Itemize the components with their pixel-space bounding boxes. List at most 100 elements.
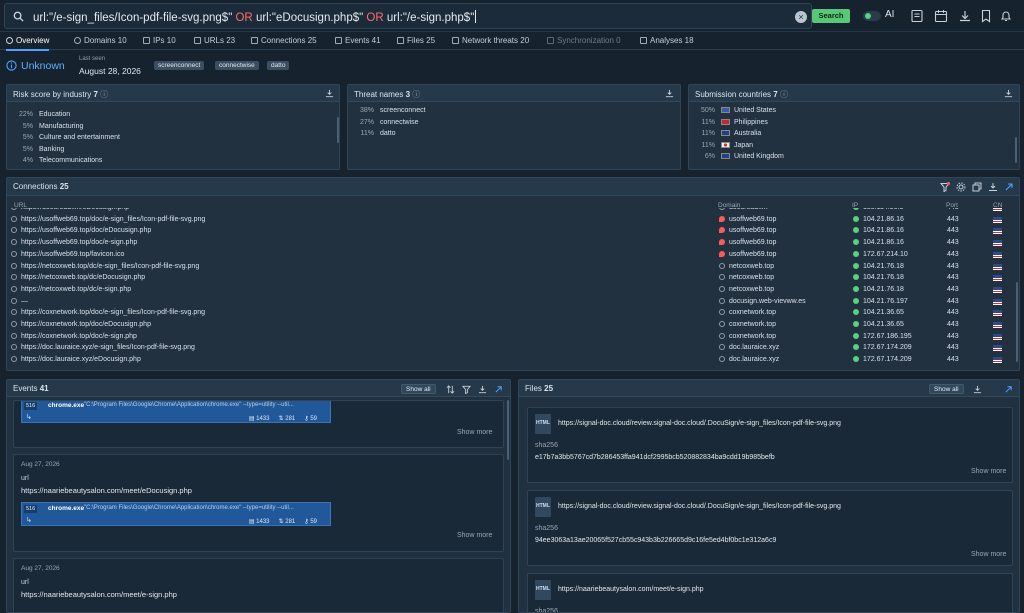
expand-icon[interactable] (1004, 182, 1014, 192)
file-card[interactable]: HTML https://signal-doc.cloud/review.sign… (527, 490, 1013, 566)
show-more-link[interactable]: Show more (457, 429, 492, 436)
connection-domain[interactable]: coxnetwork.top (719, 321, 776, 328)
connection-domain[interactable]: netcoxweb.top (719, 285, 774, 293)
download-icon[interactable] (665, 89, 674, 98)
scrollbar[interactable] (337, 117, 339, 143)
connection-ip[interactable]: 172.67.214.10 (853, 250, 908, 258)
connection-url[interactable]: https://netcoxweb.top/dc/eDocusign.php (11, 274, 145, 281)
connection-ip[interactable]: 104.21.36.65 (853, 321, 904, 328)
event-url[interactable]: https://naariebeautysalon.com/meet/e-sig… (21, 590, 177, 599)
connection-domain[interactable]: usoffweb69.top (719, 227, 776, 234)
scrollbar[interactable] (507, 400, 509, 460)
tag[interactable]: screenconnect (154, 61, 205, 70)
connection-url[interactable]: https://usoffweb69.top/doc/eDocusign.php (11, 227, 151, 234)
bell-icon[interactable] (999, 9, 1013, 23)
clear-search-icon[interactable]: × (795, 11, 807, 23)
connection-ip[interactable]: 104.21.86.16 (853, 227, 904, 234)
file-card[interactable]: HTML https://signal-doc.cloud/review.sign… (527, 407, 1013, 483)
search-button[interactable]: Search (812, 9, 850, 23)
connection-domain[interactable]: coxnetwork.top (719, 309, 776, 316)
download-icon[interactable] (973, 385, 982, 394)
sort-icon[interactable] (446, 385, 455, 394)
tag[interactable]: connectwise (215, 61, 259, 70)
connection-ip[interactable]: 104.21.76.18 (853, 274, 904, 281)
process-block[interactable]: 516 chrome.exe "C:\Program Files\Google\Ch… (21, 502, 331, 526)
tab-connections[interactable]: Connections 25 (251, 36, 317, 45)
tab-domains[interactable]: Domains 10 (74, 36, 127, 45)
download-icon[interactable] (478, 385, 487, 394)
event-card[interactable]: 516 chrome.exe "C:\Program Files\Google\Ch… (13, 400, 504, 448)
show-all-button[interactable]: Show all (929, 384, 964, 394)
scrollbar[interactable] (1016, 282, 1018, 362)
bookmark-icon[interactable] (979, 9, 993, 23)
tab-analyses[interactable]: Analyses 18 (640, 36, 694, 45)
filter-icon[interactable] (462, 385, 471, 394)
download-icon[interactable] (988, 182, 998, 192)
connection-url[interactable]: https://netcoxweb.top/dc/e-sign.php (11, 285, 131, 293)
connection-ip[interactable]: 104.21.76.197 (853, 297, 908, 305)
connection-domain[interactable]: netcoxweb.top (719, 262, 774, 270)
filter-icon[interactable] (940, 182, 950, 192)
tag[interactable]: datto (267, 61, 290, 70)
connection-ip[interactable]: 172.67.174.209 (853, 356, 912, 363)
connection-url[interactable]: https://doc.lauraice.xyz/e-sign_files/Ic… (11, 344, 195, 351)
connection-domain[interactable]: usoffweb69.top (719, 215, 776, 223)
ai-toggle[interactable] (863, 11, 881, 21)
connection-domain[interactable]: docuread.im (719, 208, 768, 211)
expand-icon[interactable] (494, 385, 503, 394)
connection-ip[interactable]: 188.114.96.3 (853, 208, 903, 211)
calendar-icon[interactable] (934, 9, 948, 23)
connection-domain[interactable]: usoffweb69.top (719, 239, 776, 246)
connection-ip[interactable]: 104.21.36.65 (853, 309, 904, 316)
show-more-link[interactable]: Show more (971, 551, 1006, 558)
connection-domain[interactable]: doc.lauraice.xyz (719, 344, 779, 351)
download-icon[interactable] (1004, 89, 1013, 98)
connection-url[interactable]: https://usoffweb69.top/doc/e-sign_files/… (11, 215, 205, 223)
tab-urls[interactable]: URLs 23 (194, 36, 235, 45)
connection-domain[interactable]: usoffweb69.top (719, 250, 776, 258)
file-name[interactable]: https://signal-doc.cloud/review.signal-d… (558, 503, 841, 510)
connection-domain[interactable]: coxnetwork.top (719, 332, 776, 340)
connection-url[interactable]: https://usoffweb69.top/favicon.ico (11, 250, 124, 258)
tab-network[interactable]: Network threats 20 (452, 36, 529, 45)
expand-icon[interactable] (1004, 385, 1013, 394)
tab-overview[interactable]: Overview (6, 36, 50, 51)
connection-domain[interactable]: docusign.web-vievww.es (719, 297, 806, 305)
connection-ip[interactable]: 172.67.174.209 (853, 344, 912, 351)
event-card[interactable]: Aug 27, 2026 url https://naariebeautysalon… (13, 558, 504, 612)
document-icon[interactable] (910, 9, 924, 23)
connection-url[interactable]: https://doc.lauraice.xyz/eDocusign.php (11, 356, 141, 363)
event-card[interactable]: Aug 27, 2026 url https://naariebeautysalon… (13, 454, 504, 552)
copy-icon[interactable] (972, 182, 982, 192)
hash-value[interactable]: e17b7a3bb5767cd7b286453ffa941dcf2995bcb5… (535, 454, 775, 461)
connection-domain[interactable]: netcoxweb.top (719, 274, 774, 281)
tab-files[interactable]: Files 25 (397, 36, 435, 45)
file-name[interactable]: https://signal-doc.cloud/review.signal-d… (558, 420, 841, 427)
connection-ip[interactable]: 172.67.186.195 (853, 332, 912, 340)
file-name[interactable]: https://naariebeautysalon.com/meet/e-sig… (558, 586, 704, 593)
search-bar[interactable]: url:"/e-sign_files/Icon-pdf-file-svg.png… (4, 3, 812, 29)
connection-ip[interactable]: 104.21.86.16 (853, 239, 904, 246)
tab-ips[interactable]: IPs 10 (143, 36, 176, 45)
connection-url[interactable]: https://docuread.im/eDocusign.php (11, 208, 129, 211)
event-url[interactable]: https://naariebeautysalon.com/meet/eDocu… (21, 486, 192, 495)
file-card[interactable]: HTML https://naariebeautysalon.com/meet/e… (527, 573, 1013, 612)
connection-domain[interactable]: doc.lauraice.xyz (719, 356, 779, 363)
show-all-button[interactable]: Show all (401, 384, 436, 394)
show-more-link[interactable]: Show more (457, 532, 492, 539)
connection-ip[interactable]: 104.21.76.18 (853, 285, 904, 293)
connection-url[interactable]: — (11, 297, 28, 305)
connection-url[interactable]: https://netcoxweb.top/dc/e-sign_files/Ic… (11, 262, 199, 270)
connection-url[interactable]: https://coxnetwork.top/doc/eDocusign.php (11, 321, 151, 328)
connection-ip[interactable]: 104.21.86.16 (853, 215, 904, 223)
tab-events[interactable]: Events 41 (335, 36, 381, 45)
search-input[interactable]: url:"/e-sign_files/Icon-pdf-file-svg.png… (33, 10, 477, 24)
connection-url[interactable]: https://coxnetwork.top/doc/e-sign.php (11, 332, 137, 340)
connection-url[interactable]: https://usoffweb69.top/doc/e-sign.php (11, 239, 137, 246)
show-more-link[interactable]: Show more (971, 468, 1006, 475)
hash-value[interactable]: 94ee3063a13ae20065f527cb55c943b3b226665d… (535, 537, 776, 544)
download-icon[interactable] (325, 89, 334, 98)
connection-url[interactable]: https://coxnetwork.top/doc/e-sign_files/… (11, 309, 205, 316)
settings-icon[interactable] (956, 182, 966, 192)
scrollbar[interactable] (1015, 137, 1017, 163)
